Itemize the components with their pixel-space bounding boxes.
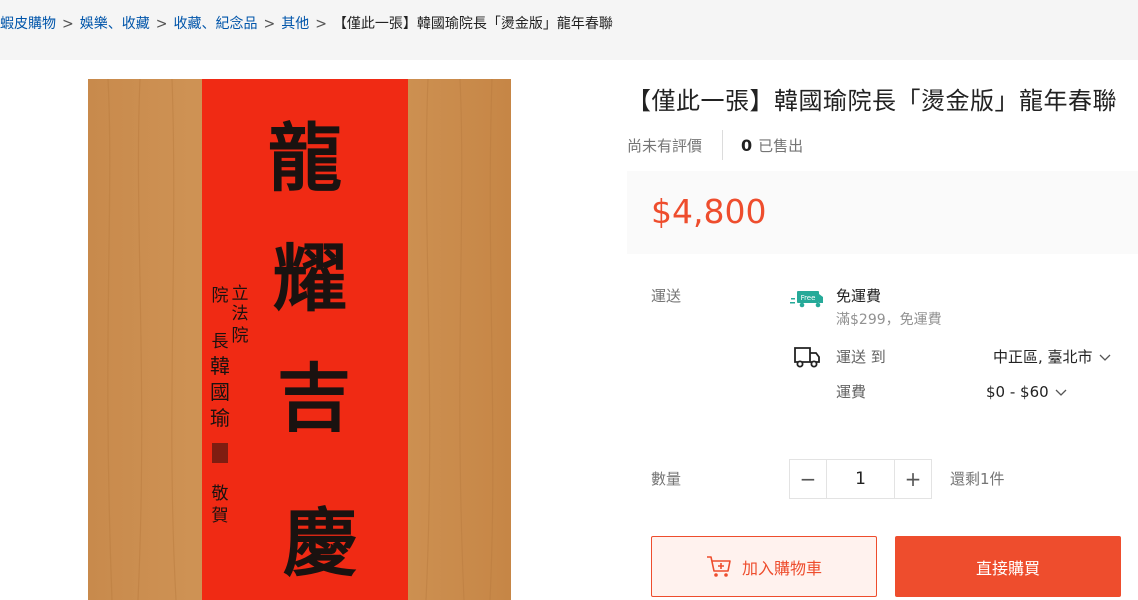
add-to-cart-label: 加入購物車 bbox=[741, 558, 822, 578]
side-char-8: 瑜 bbox=[210, 406, 230, 430]
quantity-input[interactable]: 1 bbox=[826, 460, 895, 498]
breadcrumb-item-home[interactable]: 蝦皮購物 bbox=[0, 16, 56, 32]
free-shipping-desc: 滿$299，免運費 bbox=[836, 312, 942, 328]
product-stats: 尚未有評價 0 已售出 bbox=[627, 130, 803, 160]
shipping-fee-selector[interactable]: $0 - $60 bbox=[986, 382, 1067, 402]
side-char-7: 國 bbox=[210, 380, 230, 404]
chevron-down-icon bbox=[1055, 389, 1067, 396]
couplet-photo: 龍 耀 吉 慶 立 法 院 院 長 韓 國 瑜 敬 賀 bbox=[88, 79, 511, 600]
quantity-stepper: − 1 + bbox=[789, 459, 932, 499]
ship-to-value: 中正區, 臺北市 bbox=[993, 348, 1093, 366]
ship-to-label: 運送 到 bbox=[836, 348, 886, 366]
price-box: $4,800 bbox=[627, 171, 1138, 254]
breadcrumb-item-entertainment[interactable]: 娛樂、收藏 bbox=[80, 16, 150, 32]
product-price: $4,800 bbox=[651, 192, 767, 231]
breadcrumb-item-collectibles[interactable]: 收藏、紀念品 bbox=[173, 16, 257, 32]
side-char-10: 賀 bbox=[212, 506, 229, 526]
side-char-4: 院 bbox=[212, 286, 229, 306]
breadcrumb-bar: 蝦皮購物 > 娛樂、收藏 > 收藏、紀念品 > 其他 > 【僅此一張】韓國瑜院長「燙金版」龍年春… bbox=[0, 0, 1138, 60]
breadcrumb-current: 【僅此一張】韓國瑜院長「燙金版」龍年春聯 bbox=[332, 16, 613, 32]
side-char-2: 法 bbox=[232, 304, 249, 324]
breadcrumb-item-other[interactable]: 其他 bbox=[281, 16, 309, 32]
couplet-char-2: 耀 bbox=[273, 236, 347, 322]
add-to-cart-button[interactable]: 加入購物車 bbox=[651, 536, 877, 597]
rating-text: 尚未有評價 bbox=[627, 136, 703, 155]
breadcrumb-separator: > bbox=[155, 15, 168, 33]
cart-plus-icon bbox=[706, 555, 731, 577]
buy-now-button[interactable]: 直接購買 bbox=[895, 536, 1121, 597]
stats-divider bbox=[722, 130, 724, 160]
breadcrumb: 蝦皮購物 > 娛樂、收藏 > 收藏、紀念品 > 其他 > 【僅此一張】韓國瑜院長「燙金版」龍年春… bbox=[0, 14, 613, 34]
free-shipping-title: 免運費 bbox=[836, 287, 882, 305]
side-char-3: 院 bbox=[232, 326, 249, 346]
couplet-char-4: 慶 bbox=[283, 501, 357, 587]
seal-stamp bbox=[212, 443, 228, 463]
stock-remaining: 還剩1件 bbox=[950, 470, 1005, 488]
buy-now-label: 直接購買 bbox=[975, 558, 1040, 578]
product-title: 【僅此一張】韓國瑜院長「燙金版」龍年春聯 bbox=[627, 87, 1117, 115]
shipping-fee-value: $0 - $60 bbox=[986, 383, 1049, 401]
breadcrumb-separator: > bbox=[62, 15, 74, 33]
side-char-1: 立 bbox=[232, 284, 249, 304]
sold-label: 已售出 bbox=[758, 136, 804, 155]
quantity-increase-button[interactable]: + bbox=[895, 460, 931, 498]
side-char-6: 韓 bbox=[210, 354, 230, 378]
truck-icon bbox=[794, 347, 820, 368]
side-char-5: 長 bbox=[212, 332, 229, 352]
couplet-char-1: 龍 bbox=[268, 116, 342, 202]
ship-to-selector[interactable]: 中正區, 臺北市 bbox=[993, 347, 1111, 367]
free-shipping-icon: Free bbox=[790, 291, 823, 308]
free-badge-text: Free bbox=[801, 294, 816, 302]
product-image[interactable]: 龍 耀 吉 慶 立 法 院 院 長 韓 國 瑜 敬 賀 bbox=[88, 79, 511, 600]
breadcrumb-separator: > bbox=[315, 15, 327, 33]
quantity-label: 數量 bbox=[651, 470, 682, 488]
breadcrumb-separator: > bbox=[263, 15, 276, 33]
quantity-decrease-button[interactable]: − bbox=[790, 460, 826, 498]
shipping-fee-label: 運費 bbox=[836, 383, 867, 401]
couplet-char-3: 吉 bbox=[277, 356, 351, 442]
side-char-9: 敬 bbox=[212, 484, 229, 504]
shipping-label: 運送 bbox=[651, 287, 682, 305]
chevron-down-icon bbox=[1099, 354, 1111, 361]
sold-count: 0 bbox=[741, 135, 753, 155]
